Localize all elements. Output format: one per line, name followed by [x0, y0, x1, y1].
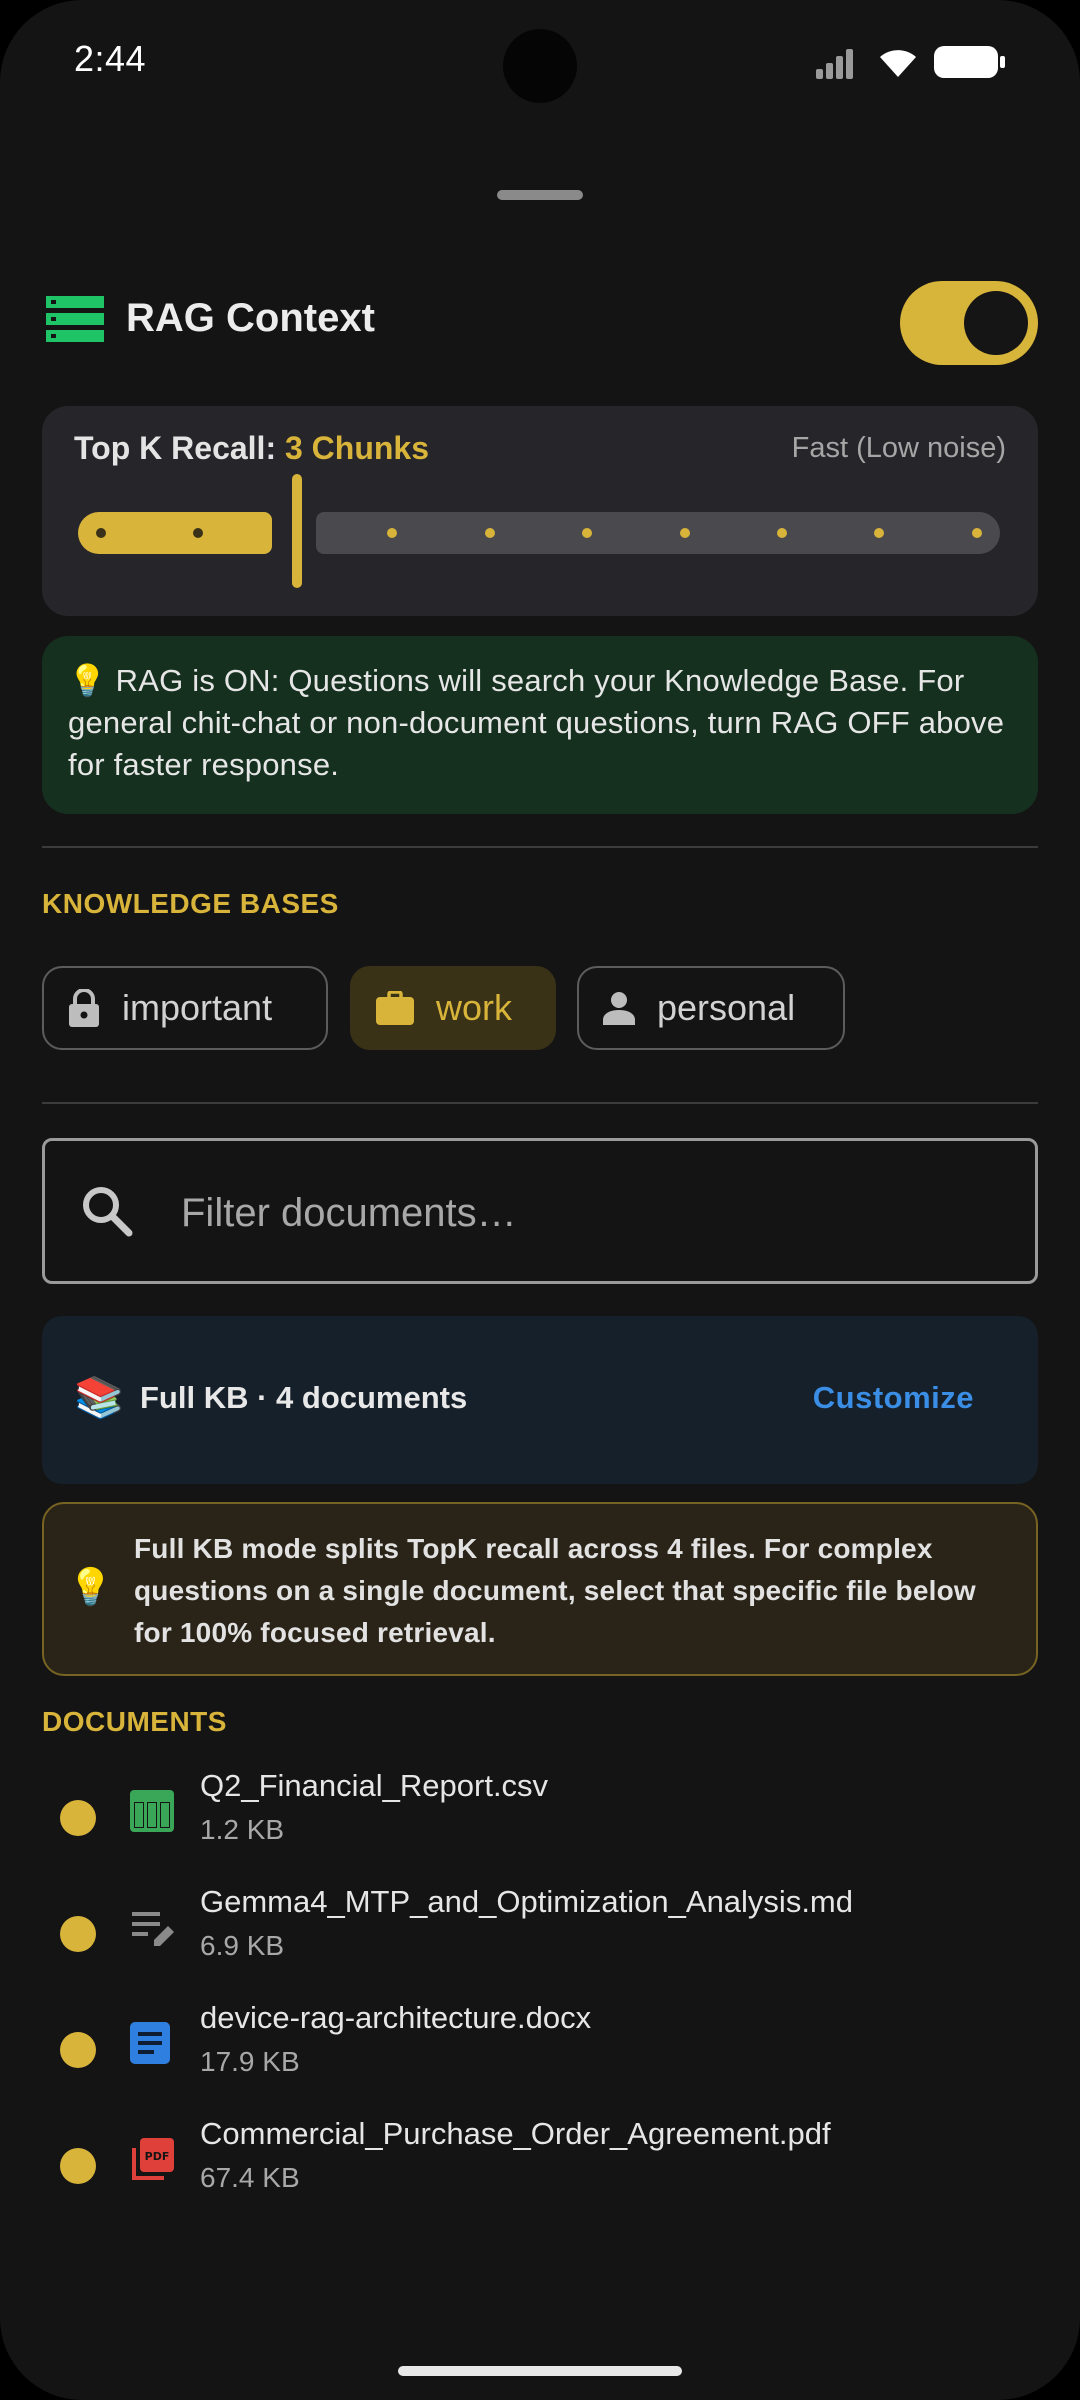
lightbulb-icon: 💡: [68, 663, 107, 698]
kb-chip-label: important: [122, 987, 273, 1028]
document-name: device-rag-architecture.docx: [200, 2000, 592, 2035]
lock-icon: [68, 989, 100, 1027]
table-icon: [130, 1790, 174, 1837]
kb-chip-personal[interactable]: personal: [577, 966, 845, 1050]
selection-dot[interactable]: [60, 2148, 96, 2184]
document-name: Q2_Financial_Report.csv: [200, 1768, 549, 1803]
rag-info-text: RAG is ON: Questions will search your Kn…: [68, 663, 1005, 782]
top-k-hint: Fast (Low noise): [791, 432, 1006, 464]
camera-cutout: [503, 29, 577, 103]
books-icon: 📚: [74, 1376, 124, 1420]
status-icons: [816, 44, 1006, 80]
search-input[interactable]: [179, 1177, 1003, 1249]
rag-header: RAG Context: [42, 276, 1038, 370]
slider-tick: [582, 528, 592, 538]
full-kb-card: 📚 Full KB · 4 documents Customize: [42, 1316, 1038, 1484]
status-time: 2:44: [74, 38, 147, 79]
pdf-icon: PDF: [130, 2138, 174, 2187]
slider-tick: [387, 528, 397, 538]
rag-info-banner: 💡 RAG is ON: Questions will search your …: [42, 636, 1038, 814]
slider-tick: [874, 528, 884, 538]
divider: [42, 1102, 1038, 1104]
top-k-value: 3 Chunks: [284, 430, 430, 466]
kb-chip-label: work: [436, 987, 513, 1028]
signal-icon: [816, 49, 853, 79]
selection-dot[interactable]: [60, 2032, 96, 2068]
search-icon: [81, 1185, 133, 1242]
sheet-drag-handle[interactable]: [497, 190, 583, 200]
wifi-icon: [880, 50, 916, 77]
document-row[interactable]: Gemma4_MTP_and_Optimization_Analysis.md …: [42, 1876, 1038, 1992]
home-indicator[interactable]: [398, 2366, 682, 2376]
slider-inactive-track[interactable]: [316, 512, 1000, 554]
full-kb-summary: Full KB · 4 documents: [140, 1380, 468, 1415]
document-size: 67.4 KB: [200, 2162, 300, 2193]
top-k-label: Top K Recall: 3 Chunks: [74, 430, 429, 467]
selection-dot[interactable]: [60, 1916, 96, 1952]
full-kb-note: 💡 Full KB mode splits TopK recall across…: [42, 1502, 1038, 1676]
lightbulb-icon: 💡: [68, 1566, 113, 1607]
slider-thumb[interactable]: [292, 474, 302, 588]
slider-tick: [193, 528, 203, 538]
top-k-label-text: Top K Recall:: [74, 430, 285, 466]
document-filter[interactable]: [42, 1138, 1038, 1284]
person-icon: [603, 991, 635, 1025]
document-size: 6.9 KB: [200, 1930, 285, 1961]
document-row[interactable]: Q2_Financial_Report.csv 1.2 KB: [42, 1760, 1038, 1876]
customize-button[interactable]: Customize: [813, 1380, 974, 1416]
kb-chip-important[interactable]: important: [42, 966, 328, 1050]
slider-tick: [680, 528, 690, 538]
knowledge-bases-label: KNOWLEDGE BASES: [42, 888, 339, 919]
slider-tick: [96, 528, 106, 538]
svg-text:PDF: PDF: [145, 2150, 170, 2163]
storage-icon: [46, 296, 104, 347]
document-row[interactable]: PDF Commercial_Purchase_Order_Agreement.…: [42, 2108, 1038, 2224]
rag-toggle[interactable]: [900, 281, 1038, 365]
document-size: 1.2 KB: [200, 1814, 285, 1845]
kb-chip-work[interactable]: work: [350, 966, 556, 1050]
document-name: Gemma4_MTP_and_Optimization_Analysis.md: [200, 1884, 853, 1919]
header-title: RAG Context: [126, 296, 375, 340]
kb-chip-label: personal: [657, 987, 796, 1028]
note-text: Full KB mode splits TopK recall across 4…: [134, 1533, 976, 1648]
slider-tick: [972, 528, 982, 538]
document-icon: [130, 2022, 170, 2069]
battery-icon: [934, 46, 1005, 78]
top-k-card: Top K Recall: 3 Chunks Fast (Low noise): [42, 406, 1038, 616]
document-name: Commercial_Purchase_Order_Agreement.pdf: [200, 2116, 831, 2151]
slider-tick: [485, 528, 495, 538]
rag-toggle-knob: [964, 291, 1028, 355]
slider-tick: [777, 528, 787, 538]
document-row[interactable]: device-rag-architecture.docx 17.9 KB: [42, 1992, 1038, 2108]
phone-screen: 2:44 RAG Context Top K Recall: 3 Chunks …: [0, 0, 1080, 2400]
selection-dot[interactable]: [60, 1800, 96, 1836]
briefcase-icon: [376, 991, 414, 1025]
divider: [42, 846, 1038, 848]
document-size: 17.9 KB: [200, 2046, 300, 2077]
notes-icon: [130, 1906, 174, 1953]
documents-label: DOCUMENTS: [42, 1706, 227, 1737]
slider-active-track[interactable]: [78, 512, 272, 554]
